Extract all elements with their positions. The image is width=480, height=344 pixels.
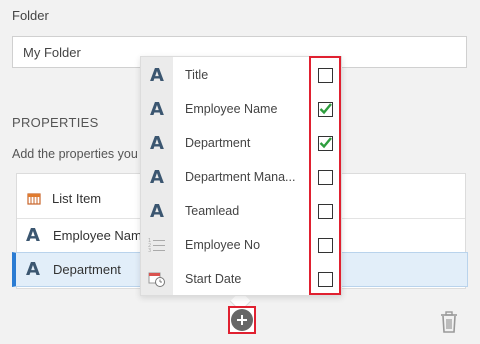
text-icon: A [150,98,164,120]
field-checkbox-teamlead[interactable] [318,204,333,219]
field-checkbox-department-manager[interactable] [318,170,333,185]
property-row-label: Employee Name [53,227,150,243]
numbered-list-icon: 1 2 3 [148,238,165,253]
text-icon: A [150,64,164,86]
field-option-teamlead[interactable]: A Teamlead [141,194,343,228]
field-option-label: Teamlead [185,204,240,218]
field-option-label: Department Mana... [185,170,296,184]
field-option-label: Department [185,136,251,150]
field-checkbox-start-date[interactable] [318,272,333,287]
folder-label: Folder [12,8,49,23]
field-option-label: Start Date [185,272,242,286]
svg-text:3: 3 [148,248,151,253]
trash-icon[interactable] [440,311,458,338]
checkmark-icon [319,103,332,115]
field-option-start-date[interactable]: Start Date [141,262,343,296]
calendar-clock-icon [148,272,165,287]
plus-icon [231,309,253,331]
field-option-department-manager[interactable]: A Department Mana... [141,160,343,194]
text-icon: A [150,200,164,222]
field-option-employee-no[interactable]: 1 2 3 Employee No [141,228,343,262]
properties-title: PROPERTIES [12,115,99,130]
field-checkbox-employee-name[interactable] [318,102,333,117]
checkmark-icon [319,137,332,149]
field-option-employee-name[interactable]: A Employee Name [141,92,343,126]
text-icon: A [150,166,164,188]
field-checkbox-department[interactable] [318,136,333,151]
field-option-label: Employee Name [185,102,278,116]
property-row-label: Department [53,262,121,277]
list-item-header-label: List Item [52,190,102,206]
text-icon: A [150,132,164,154]
field-checkbox-employee-no[interactable] [318,238,333,253]
text-icon: A [26,224,40,246]
field-checkbox-title[interactable] [318,68,333,83]
field-picker-popup: A Title A Employee Name A Department A D… [140,56,342,296]
field-option-label: Title [185,68,209,82]
properties-description: Add the properties you [12,147,138,161]
field-option-title[interactable]: A Title [141,58,343,92]
field-option-label: Employee No [185,238,261,252]
list-item-icon [27,191,43,205]
add-property-button[interactable] [228,306,256,334]
text-icon: A [26,259,40,280]
field-option-department[interactable]: A Department [141,126,343,160]
